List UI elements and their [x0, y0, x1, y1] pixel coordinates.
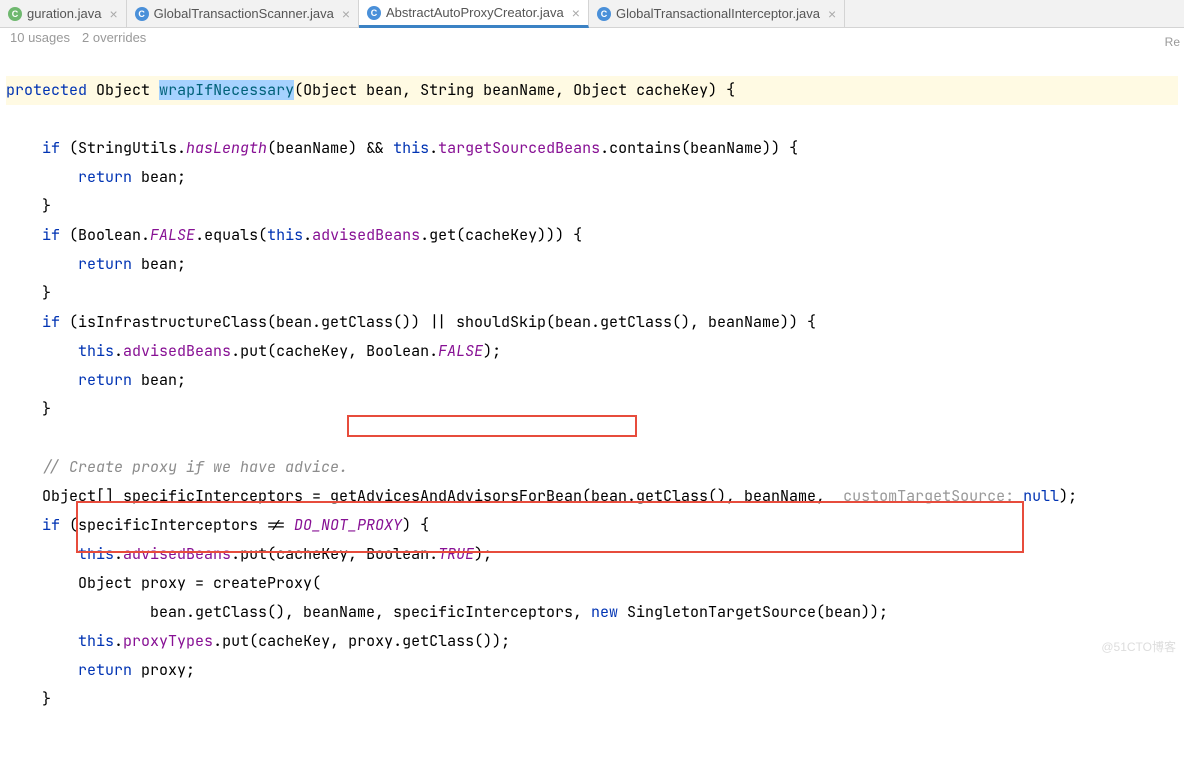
code-text: (bean.getClass(), beanName,: [582, 486, 834, 506]
method-name: wrapIfNecessary: [159, 80, 294, 100]
static-field: DO_NOT_PROXY: [294, 515, 402, 535]
field-ref: proxyTypes: [123, 631, 213, 651]
method-params: (Object bean, String beanName, Object ca…: [294, 80, 735, 100]
code-text: proxy;: [132, 660, 195, 680]
code-text: (beanName) &&: [267, 138, 393, 158]
usage-meta: 10 usages 2 overrides: [0, 28, 1184, 47]
code-text: .equals(: [195, 225, 267, 245]
kw-null: null: [1014, 486, 1059, 506]
kw-return: return: [78, 167, 132, 187]
brace: }: [42, 399, 51, 419]
code-text: ) {: [402, 515, 429, 535]
close-icon[interactable]: ×: [828, 6, 836, 22]
field-ref: advisedBeans: [312, 225, 420, 245]
code-text: .put(cacheKey, Boolean.: [231, 544, 438, 564]
code-text: bean;: [132, 254, 186, 274]
kw-return: return: [78, 370, 132, 390]
code-text: .: [429, 138, 438, 158]
code-text: .: [114, 544, 123, 564]
usages-count[interactable]: 10 usages: [10, 30, 70, 45]
code-text: .get(cacheKey))) {: [420, 225, 582, 245]
tab-guration[interactable]: C guration.java ×: [0, 0, 127, 27]
code-text: );: [474, 544, 492, 564]
brace: }: [42, 283, 51, 303]
static-field: TRUE: [438, 544, 474, 564]
kw-this: this: [78, 544, 114, 564]
java-class-icon: C: [597, 7, 611, 21]
annotation-box-1: [347, 415, 637, 437]
static-field: FALSE: [438, 341, 483, 361]
code-text: .: [114, 631, 123, 651]
kw-return: return: [78, 254, 132, 274]
brace: }: [42, 689, 51, 709]
kw-this: this: [78, 631, 114, 651]
code-text: .: [303, 225, 312, 245]
code-text: .contains(beanName)) {: [600, 138, 798, 158]
kw-if: if: [42, 138, 60, 158]
gutter-hint: Re: [1165, 35, 1180, 49]
code-editor[interactable]: protected Object wrapIfNecessary(Object …: [0, 47, 1184, 772]
kw-this: this: [267, 225, 303, 245]
java-class-icon: C: [135, 7, 149, 21]
code-text: );: [1059, 486, 1077, 506]
close-icon[interactable]: ×: [342, 6, 350, 22]
tab-global-transactional-interceptor[interactable]: C GlobalTransactionalInterceptor.java ×: [589, 0, 845, 27]
code-text: (isInfrastructureClass(bean.getClass()) …: [60, 312, 816, 332]
kw-this: this: [78, 341, 114, 361]
kw-this: this: [393, 138, 429, 158]
java-class-icon: C: [8, 7, 22, 21]
static-call: hasLength: [186, 138, 267, 158]
tab-label: GlobalTransactionScanner.java: [154, 6, 334, 21]
tab-label: guration.java: [27, 6, 101, 21]
close-icon[interactable]: ×: [109, 6, 117, 22]
code-text: .: [114, 341, 123, 361]
static-field: FALSE: [150, 225, 195, 245]
kw-if: if: [42, 225, 60, 245]
code-text: bean;: [132, 167, 186, 187]
code-text: Object[] specificInterceptors =: [42, 486, 330, 506]
tab-abstract-auto-proxy-creator[interactable]: C AbstractAutoProxyCreator.java ×: [359, 0, 589, 28]
code-text: (specificInterceptors !=: [60, 515, 294, 535]
code-text: (StringUtils.: [60, 138, 186, 158]
field-ref: advisedBeans: [123, 544, 231, 564]
editor-tabs: C guration.java × C GlobalTransactionSca…: [0, 0, 1184, 28]
tab-label: GlobalTransactionalInterceptor.java: [616, 6, 820, 21]
watermark: @51CTO博客: [1101, 638, 1176, 655]
return-type: Object: [96, 80, 150, 100]
code-text: (Boolean.: [60, 225, 150, 245]
kw-return: return: [78, 660, 132, 680]
field-ref: advisedBeans: [123, 341, 231, 361]
kw-protected: protected: [6, 80, 87, 100]
kw-new: new: [591, 602, 618, 622]
tab-global-transaction-scanner[interactable]: C GlobalTransactionScanner.java ×: [127, 0, 359, 27]
code-comment: // Create proxy if we have advice.: [42, 457, 348, 477]
code-text: .put(cacheKey, Boolean.: [231, 341, 438, 361]
code-text: );: [483, 341, 501, 361]
code-text: bean;: [132, 370, 186, 390]
code-text: SingletonTargetSource(bean));: [618, 602, 888, 622]
java-class-icon: C: [367, 6, 381, 20]
field-ref: targetSourcedBeans: [438, 138, 600, 158]
kw-if: if: [42, 515, 60, 535]
code-text: .put(cacheKey, proxy.getClass());: [213, 631, 510, 651]
param-hint: customTargetSource:: [843, 486, 1014, 506]
brace: }: [42, 196, 51, 216]
kw-if: if: [42, 312, 60, 332]
close-icon[interactable]: ×: [572, 5, 580, 21]
method-call-highlighted: getAdvicesAndAdvisorsForBean: [330, 486, 582, 506]
tab-label: AbstractAutoProxyCreator.java: [386, 5, 564, 20]
code-text: bean.getClass(), beanName, specificInter…: [150, 602, 591, 622]
code-text: Object proxy = createProxy(: [78, 573, 321, 593]
overrides-count[interactable]: 2 overrides: [82, 30, 146, 45]
